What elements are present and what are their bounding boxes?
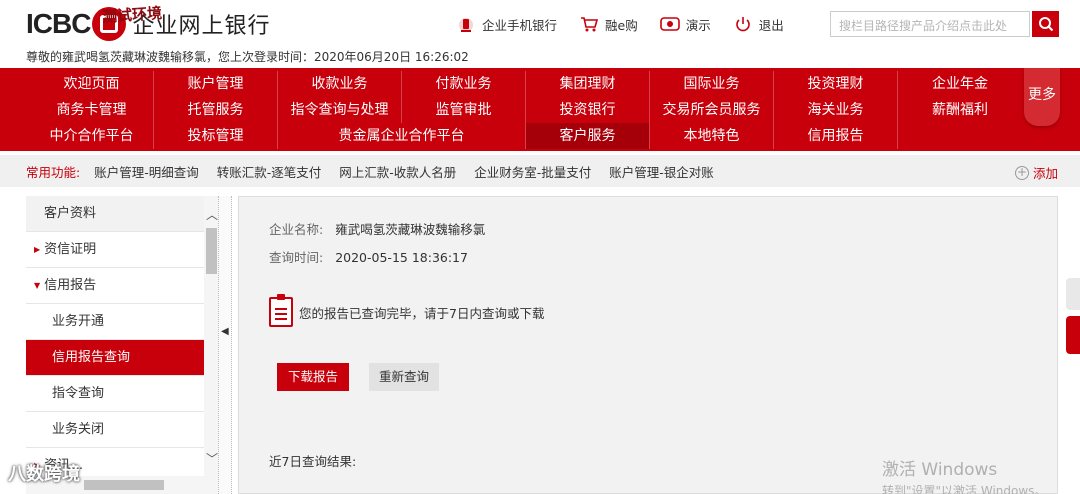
nav-precious-metals[interactable]: 贵金属企业合作平台: [278, 123, 526, 149]
nav-payment[interactable]: 付款业务: [402, 71, 526, 97]
logo-text: ICBC: [26, 8, 91, 39]
sidebar-item-label: 信用报告: [44, 278, 97, 293]
sidebar-item-business-open[interactable]: 业务开通: [26, 304, 204, 340]
windows-activation-watermark: 激活 Windows 转到"设置"以激活 Windows。: [882, 455, 1046, 494]
triangle-down-icon: ▼: [34, 281, 41, 290]
power-icon: [733, 15, 753, 33]
sidebar-item-instruction-query[interactable]: 指令查询: [26, 376, 204, 412]
nav-bidding[interactable]: 投标管理: [154, 123, 278, 149]
rong-e-gou-label: 融e购: [605, 17, 638, 33]
common-function-item[interactable]: 网上汇款-收款人名册: [339, 162, 456, 181]
mobile-bank-icon: [456, 15, 476, 33]
common-function-item[interactable]: 账户管理-明细查询: [94, 162, 199, 181]
common-functions-bar: 常用功能: 账户管理-明细查询 转账汇款-逐笔支付 网上汇款-收款人名册 企业财…: [0, 155, 1080, 187]
nav-investment[interactable]: 投资理财: [774, 71, 898, 97]
download-report-button[interactable]: 下载报告: [277, 363, 349, 391]
sidebar: 客户资料 ▶ 资信证明 ▼ 信用报告 业务开通 信用报告查询 指令查询 业务关闭 ▶…: [26, 196, 204, 494]
plus-icon: +: [1014, 164, 1029, 180]
logout-label: 退出: [758, 17, 784, 33]
nav-row-2: 商务卡管理 托管服务 指令查询与处理 监管审批 投资银行 交易所会员服务 海关业…: [30, 97, 1022, 123]
company-name-label: 企业名称:: [269, 222, 324, 237]
query-time-label: 查询时间:: [269, 250, 324, 265]
sidebar-item-label: 资信证明: [44, 242, 97, 257]
recent-results-label: 近7日查询结果:: [269, 454, 357, 469]
common-function-item[interactable]: 转账汇款-逐笔支付: [217, 162, 322, 181]
nav-account-management[interactable]: 账户管理: [154, 71, 278, 97]
nav-annuity[interactable]: 企业年金: [898, 71, 1022, 97]
nav-intermediary[interactable]: 中介合作平台: [30, 123, 154, 149]
nav-collection[interactable]: 收款业务: [278, 71, 402, 97]
company-name-value: 雍武喝氢茨藏琳波魏输移氯: [335, 222, 486, 237]
sidebar-item-credit-certificate[interactable]: ▶ 资信证明: [26, 232, 204, 268]
nav-instruction-query[interactable]: 指令查询与处理: [278, 97, 402, 123]
nav-customs[interactable]: 海关业务: [774, 97, 898, 123]
common-function-item[interactable]: 账户管理-银企对账: [609, 162, 714, 181]
rong-e-gou-link[interactable]: 融e购: [579, 15, 638, 34]
mobile-bank-link[interactable]: 企业手机银行: [456, 15, 557, 34]
report-notice: 您的报告已查询完毕，请于7日内查询或下载: [269, 294, 545, 327]
company-name-row: 企业名称: 雍武喝氢茨藏琳波魏输移氯: [269, 219, 485, 238]
sidebar-item-credit-report[interactable]: ▼ 信用报告: [26, 268, 204, 304]
chevron-down-icon[interactable]: ﹀: [206, 450, 218, 467]
nav-local-features[interactable]: 本地特色: [650, 123, 774, 149]
clipboard-icon: [269, 294, 293, 327]
sidebar-item-credit-report-query[interactable]: 信用报告查询: [26, 340, 204, 376]
shopping-cart-icon: [579, 15, 599, 33]
main-nav: 欢迎页面 账户管理 收款业务 付款业务 集团理财 国际业务 投资理财 企业年金 …: [0, 68, 1080, 151]
nav-exchange-member[interactable]: 交易所会员服务: [650, 97, 774, 123]
nav-customer-service[interactable]: 客户服务: [526, 123, 650, 149]
search-icon: [1038, 17, 1053, 32]
demo-link[interactable]: 演示: [659, 15, 711, 34]
nav-more-button[interactable]: 更多: [1024, 68, 1060, 126]
watermark-line-1: 激活 Windows: [882, 460, 998, 480]
search-input[interactable]: 搜栏目路径搜产品介绍点击此处: [830, 11, 1030, 37]
brand-watermark: 八数跨境: [8, 464, 80, 485]
top-links: 企业手机银行 融e购 演示 退出: [456, 13, 806, 35]
scrollbar-thumb[interactable]: [84, 480, 164, 490]
side-float-tab-red[interactable]: [1066, 316, 1080, 354]
add-function-button[interactable]: + 添加: [1014, 163, 1058, 182]
nav-row-3: 中介合作平台 投标管理 贵金属企业合作平台 客户服务 本地特色 信用报告: [30, 123, 898, 149]
chevron-up-icon[interactable]: ︿: [206, 206, 218, 223]
logout-link[interactable]: 退出: [733, 15, 784, 34]
nav-row-1: 欢迎页面 账户管理 收款业务 付款业务 集团理财 国际业务 投资理财 企业年金: [30, 71, 1022, 97]
watermark-line-2: 转到"设置"以激活 Windows。: [882, 484, 1047, 494]
sidebar-item-customer-info[interactable]: 客户资料: [26, 196, 204, 232]
query-time-row: 查询时间: 2020-05-15 18:36:17: [269, 247, 468, 266]
demo-icon: [659, 15, 680, 33]
search-button[interactable]: [1032, 11, 1059, 37]
sidebar-item-business-close[interactable]: 业务关闭: [26, 412, 204, 448]
mobile-bank-label: 企业手机银行: [482, 17, 558, 33]
nav-custody[interactable]: 托管服务: [154, 97, 278, 123]
test-environment-label: 测试环境: [101, 3, 163, 27]
nav-payroll[interactable]: 薪酬福利: [898, 97, 1022, 123]
nav-group-finance[interactable]: 集团理财: [526, 71, 650, 97]
requery-button[interactable]: 重新查询: [369, 363, 439, 391]
query-time-value: 2020-05-15 18:36:17: [335, 250, 468, 265]
common-functions-label: 常用功能:: [26, 164, 81, 180]
demo-label: 演示: [685, 17, 711, 33]
nav-international[interactable]: 国际业务: [650, 71, 774, 97]
sidebar-scrollbar[interactable]: ︿ ﹀: [204, 196, 218, 494]
main-content: 企业名称: 雍武喝氢茨藏琳波魏输移氯 查询时间: 2020-05-15 18:3…: [238, 196, 1058, 494]
nav-regulatory[interactable]: 监管审批: [402, 97, 526, 123]
nav-welcome[interactable]: 欢迎页面: [30, 71, 154, 97]
nav-business-card[interactable]: 商务卡管理: [30, 97, 154, 123]
notice-text: 您的报告已查询完毕，请于7日内查询或下载: [299, 305, 545, 321]
nav-credit-report[interactable]: 信用报告: [774, 123, 898, 149]
side-float-tab[interactable]: [1066, 278, 1080, 310]
welcome-text: 尊敬的雍武喝氢茨藏琳波魏输移氯，您上次登录时间：2020年06月20日 16:2…: [26, 50, 469, 64]
sidebar-collapse-handle[interactable]: ◀: [218, 196, 232, 494]
triangle-left-icon: ◀: [221, 326, 229, 337]
add-label: 添加: [1032, 166, 1058, 181]
nav-investment-bank[interactable]: 投资银行: [526, 97, 650, 123]
triangle-right-icon: ▶: [34, 245, 41, 254]
header: ICBC 企业网上银行 测试环境 尊敬的雍武喝氢茨藏琳波魏输移氯，您上次登录时间…: [0, 0, 1080, 68]
scrollbar-thumb[interactable]: [206, 228, 217, 274]
common-function-item[interactable]: 企业财务室-批量支付: [474, 162, 591, 181]
